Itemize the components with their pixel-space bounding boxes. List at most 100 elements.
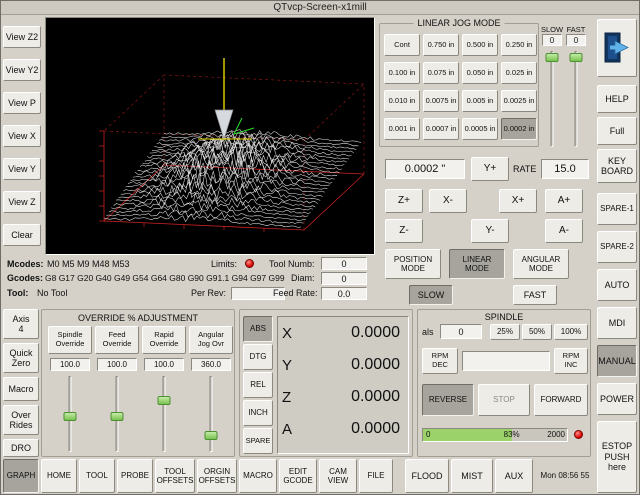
axis-select-button[interactable]: Axis 4 xyxy=(3,309,39,339)
slider-handle[interactable] xyxy=(570,53,583,62)
mdi-mode-button[interactable]: MDI xyxy=(597,307,637,339)
rapid-override-button[interactable]: Rapid Override xyxy=(142,326,186,354)
auto-mode-button[interactable]: AUTO xyxy=(597,269,637,301)
jog-increment-button[interactable]: 0.075 in xyxy=(423,62,459,84)
jog-increment-button[interactable]: 0.005 in xyxy=(462,90,498,112)
slider-handle[interactable] xyxy=(111,412,124,421)
tab-macro[interactable]: MACRO xyxy=(239,459,277,493)
tab-tool-offsets[interactable]: TOOL OFFSETS xyxy=(155,459,195,493)
jog-z-plus-button[interactable]: Z+ xyxy=(385,189,423,213)
spindle-reverse-button[interactable]: REVERSE xyxy=(422,384,474,416)
jog-increment-button[interactable]: 0.0075 in xyxy=(423,90,459,112)
linear-mode-button[interactable]: LINEAR MODE xyxy=(449,249,505,279)
mcodes-value: M0 M5 M9 M48 M53 xyxy=(47,259,130,269)
aux-button[interactable]: AUX xyxy=(495,459,533,493)
mist-button[interactable]: MIST xyxy=(451,459,493,493)
window-titlebar[interactable]: QTvcp-Screen-x1mill xyxy=(1,1,639,15)
keyboard-button[interactable]: KEY BOARD xyxy=(597,149,637,183)
jog-increment-button[interactable]: 0.050 in xyxy=(462,62,498,84)
view-y-button[interactable]: View Y xyxy=(3,158,41,180)
tool-number-label: Tool Numb: xyxy=(269,259,315,269)
macro-tab-button[interactable]: Macro xyxy=(3,377,39,401)
gremlin-3d-view[interactable] xyxy=(45,17,375,255)
angular-jog-override-slider[interactable] xyxy=(204,376,218,452)
overrides-tab-button[interactable]: Over Rides xyxy=(3,405,39,435)
fast-rate-slider[interactable] xyxy=(569,51,583,147)
rpm-inc-button[interactable]: RPM INC xyxy=(554,348,588,374)
dro-tab-button[interactable]: DRO xyxy=(3,439,39,457)
jog-increment-button[interactable]: 0.250 in xyxy=(501,34,537,56)
rapid-override-slider[interactable] xyxy=(157,376,171,452)
tab-cam-view[interactable]: CAM VIEW xyxy=(319,459,357,493)
jog-increment-button[interactable]: 0.025 in xyxy=(501,62,537,84)
jog-a-plus-button[interactable]: A+ xyxy=(545,189,583,213)
jog-increment-button[interactable]: 0.0025 in xyxy=(501,90,537,112)
view-x-button[interactable]: View X xyxy=(3,125,41,147)
tab-tool[interactable]: TOOL xyxy=(79,459,115,493)
dro-tab-inch[interactable]: INCH xyxy=(243,400,273,426)
tab-file[interactable]: FILE xyxy=(359,459,393,493)
tab-graph[interactable]: GRAPH xyxy=(3,459,39,493)
spare1-button[interactable]: SPARE-1 xyxy=(597,193,637,225)
spindle-forward-button[interactable]: FORWARD xyxy=(534,384,588,416)
view-z-button[interactable]: View Z xyxy=(3,191,41,213)
flood-button[interactable]: FLOOD xyxy=(405,459,449,493)
jog-z-minus-button[interactable]: Z- xyxy=(385,219,423,243)
dro-tab-rel[interactable]: REL xyxy=(243,372,273,398)
help-button[interactable]: HELP xyxy=(597,85,637,113)
spindle-100pct-button[interactable]: 100% xyxy=(554,324,588,340)
manual-mode-button[interactable]: MANUAL xyxy=(597,345,637,377)
feed-override-button[interactable]: Feed Override xyxy=(95,326,139,354)
jog-increment-button[interactable]: 0.100 in xyxy=(384,62,420,84)
tab-origin-offsets[interactable]: ORGIN OFFSETS xyxy=(197,459,237,493)
jog-fast-button[interactable]: FAST xyxy=(513,285,557,305)
slider-handle[interactable] xyxy=(205,431,218,440)
jog-x-plus-button[interactable]: X+ xyxy=(499,189,537,213)
tab-probe[interactable]: PROBE xyxy=(117,459,153,493)
tab-edit-gcode[interactable]: EDIT GCODE xyxy=(279,459,317,493)
jog-x-minus-button[interactable]: X- xyxy=(429,189,467,213)
jog-y-minus-button[interactable]: Y- xyxy=(471,219,509,243)
dro-tab-spare[interactable]: SPARE xyxy=(243,428,273,454)
angular-jog-override-button[interactable]: Angular Jog Ovr xyxy=(189,326,233,354)
view-p-button[interactable]: View P xyxy=(3,92,41,114)
spindle-50pct-button[interactable]: 50% xyxy=(522,324,552,340)
spindle-25pct-button[interactable]: 25% xyxy=(490,324,520,340)
estop-button[interactable]: ESTOP PUSH here xyxy=(597,421,637,493)
tab-home[interactable]: HOME xyxy=(41,459,77,493)
dro-tab-dtg[interactable]: DTG xyxy=(243,344,273,370)
fullscreen-button[interactable]: Full xyxy=(597,117,637,145)
quick-zero-button[interactable]: Quick Zero xyxy=(3,343,39,373)
jog-slow-button[interactable]: SLOW xyxy=(409,285,453,305)
jog-increment-button[interactable]: 0.750 in xyxy=(423,34,459,56)
view-y2-button[interactable]: View Y2 xyxy=(3,59,41,81)
slider-handle[interactable] xyxy=(64,412,77,421)
slider-handle[interactable] xyxy=(546,53,559,62)
power-button[interactable]: POWER xyxy=(597,383,637,415)
spindle-speed-spinbox[interactable]: 0 xyxy=(440,324,482,339)
jog-a-minus-button[interactable]: A- xyxy=(545,219,583,243)
spindle-stop-button[interactable]: STOP xyxy=(478,384,530,416)
jog-increment-button[interactable]: 0.001 in xyxy=(384,118,420,140)
jog-y-plus-button[interactable]: Y+ xyxy=(471,157,509,181)
slider-handle[interactable] xyxy=(158,396,171,405)
spare2-button[interactable]: SPARE-2 xyxy=(597,231,637,263)
spindle-override-button[interactable]: Spindle Override xyxy=(48,326,92,354)
exit-button[interactable] xyxy=(597,19,637,77)
jog-increment-button-selected[interactable]: 0.0002 in xyxy=(501,118,537,140)
spindle-override-slider[interactable] xyxy=(63,376,77,452)
slow-rate-slider[interactable] xyxy=(545,51,559,147)
jog-increment-button[interactable]: Cont xyxy=(384,34,420,56)
position-mode-button[interactable]: POSITION MODE xyxy=(385,249,441,279)
clear-button[interactable]: Clear xyxy=(3,224,41,246)
jog-increment-button[interactable]: 0.0007 in xyxy=(423,118,459,140)
dro-axis-letter: A xyxy=(278,421,302,438)
jog-increment-button[interactable]: 0.010 in xyxy=(384,90,420,112)
feed-override-slider[interactable] xyxy=(110,376,124,452)
view-z2-button[interactable]: View Z2 xyxy=(3,26,41,48)
angular-mode-button[interactable]: ANGULAR MODE xyxy=(513,249,569,279)
rpm-dec-button[interactable]: RPM DEC xyxy=(422,348,458,374)
dro-tab-abs[interactable]: ABS xyxy=(243,316,273,342)
jog-increment-button[interactable]: 0.500 in xyxy=(462,34,498,56)
jog-increment-button[interactable]: 0.0005 in xyxy=(462,118,498,140)
